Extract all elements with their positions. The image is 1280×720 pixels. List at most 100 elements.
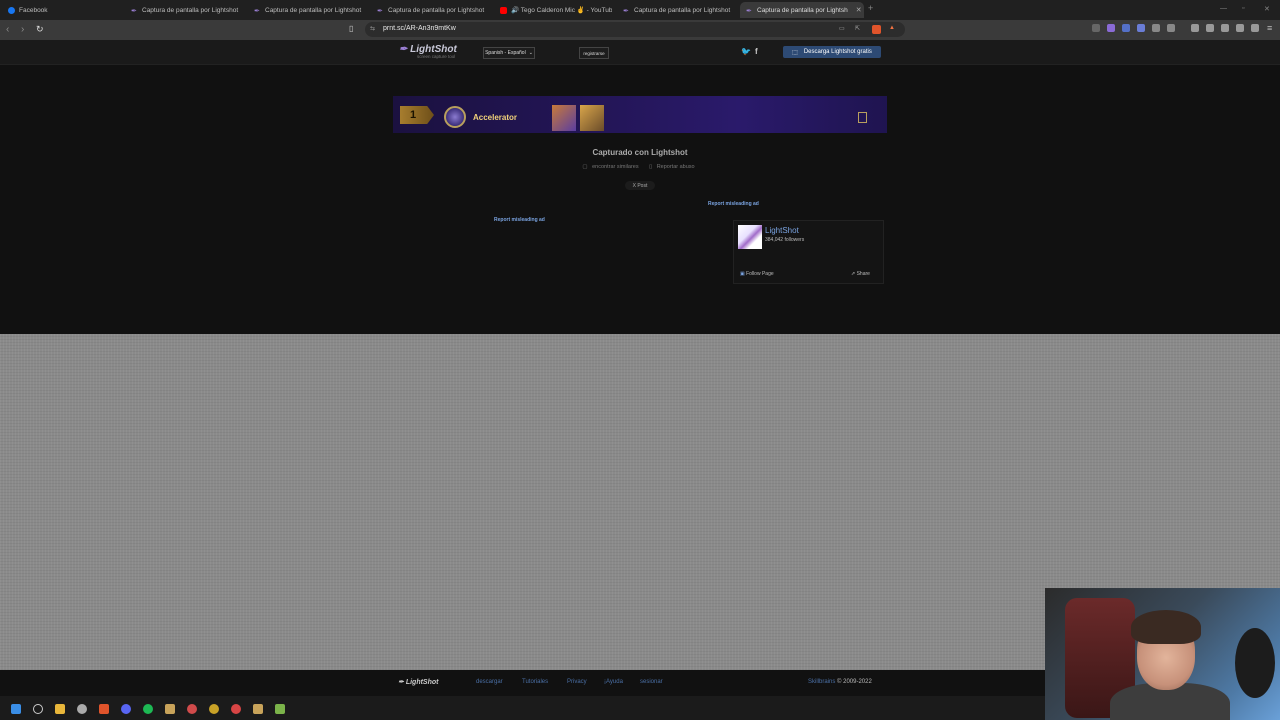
accelerator-emblem-icon: [444, 106, 466, 128]
report-misleading-ad-link[interactable]: Report misleading ad: [708, 201, 759, 207]
capture-actions: ▢ encontrar similares ▯ Reportar abuso: [560, 164, 720, 170]
discord-icon[interactable]: [121, 704, 131, 714]
extension-icon[interactable]: [1122, 24, 1130, 32]
share-button[interactable]: ⇗ Share: [851, 271, 870, 277]
minimize-icon[interactable]: —: [1220, 5, 1227, 12]
character-thumbnail: [552, 105, 576, 131]
x-post-button[interactable]: X Post: [625, 181, 655, 190]
lightshot-feather-icon: ✒: [399, 44, 408, 55]
capture-caption: Capturado con Lightshot: [592, 148, 688, 157]
app-icon[interactable]: [209, 704, 219, 714]
tab-lightshot-active[interactable]: ✒ Captura de pantalla por Lightsh ✕: [740, 2, 864, 18]
x-post-label: X Post: [632, 182, 648, 189]
language-select[interactable]: Spanish - Español ⌄: [483, 47, 535, 59]
brave-browser-icon[interactable]: [99, 704, 109, 714]
bookmark-icon[interactable]: ▯: [349, 24, 353, 33]
vpn-icon[interactable]: [1236, 24, 1244, 32]
search-icon[interactable]: [33, 704, 43, 714]
find-similar-link[interactable]: ▢ encontrar similares: [582, 164, 641, 170]
shield-icon[interactable]: [1251, 24, 1259, 32]
tab-lightshot-1[interactable]: ✒ Captura de pantalla por Lightshot: [131, 2, 243, 18]
facebook-icon: ▣: [740, 271, 745, 277]
report-misleading-ad-link[interactable]: Report misleading ad: [494, 217, 545, 223]
tab-lightshot-3[interactable]: ✒ Captura de pantalla por Lightshot: [377, 2, 489, 18]
tab-lightshot-2[interactable]: ✒ Captura de pantalla por Lightshot: [254, 2, 366, 18]
microphone: [1235, 628, 1275, 698]
tab-title: 🔊 Tego Calderon Mic ✌ - YouTube: [511, 7, 612, 14]
address-bar[interactable]: ⇆ prnt.sc/AR-An3n9mtKw ▭ ⇱ ▲: [365, 22, 905, 37]
site-info-icon[interactable]: ⇆: [370, 25, 375, 32]
tab-title: Captura de pantalla por Lightshot: [388, 6, 485, 14]
report-abuse-link[interactable]: ▯ Reportar abuso: [649, 164, 697, 170]
brave-rewards-icon[interactable]: ▲: [889, 25, 895, 31]
share-label: Share: [856, 271, 870, 277]
ad-banner[interactable]: 1 Accelerator: [393, 96, 887, 133]
page-avatar[interactable]: [738, 225, 762, 249]
extension-icon[interactable]: [1107, 24, 1115, 32]
extension-icon[interactable]: [1092, 24, 1100, 32]
app-icon[interactable]: [275, 704, 285, 714]
lightshot-feather-icon: ✒: [254, 7, 260, 15]
footer-link-login[interactable]: sesionar: [640, 679, 663, 685]
facebook-icon[interactable]: f: [755, 47, 758, 56]
windows-taskbar: [0, 696, 1045, 720]
lightshot-feather-icon: ✒: [623, 7, 629, 15]
close-tab-icon[interactable]: ✕: [856, 6, 862, 14]
close-window-icon[interactable]: ✕: [1264, 5, 1270, 13]
lightshot-feather-icon: ✒: [746, 7, 752, 15]
follow-page-button[interactable]: ▣ Follow Page: [740, 271, 774, 277]
settings-icon[interactable]: [77, 704, 87, 714]
menu-icon[interactable]: ≡: [1267, 23, 1272, 33]
lightshot-feather-icon: ✒: [131, 7, 137, 15]
new-tab-icon[interactable]: +: [868, 3, 873, 13]
forward-arrow-icon[interactable]: ›: [21, 24, 24, 35]
maximize-icon[interactable]: ▫: [1242, 5, 1244, 12]
facebook-page-widget: LightShot 384,042 followers ▣ Follow Pag…: [733, 220, 884, 284]
share-icon[interactable]: ⇱: [855, 25, 860, 32]
footer-logo[interactable]: ✒ LightShot: [398, 678, 438, 686]
copyright: Skillbrains © 2009-2022: [808, 679, 872, 685]
twitter-icon[interactable]: 🐦: [741, 47, 751, 56]
music-icon[interactable]: [1191, 24, 1199, 32]
webcam-overlay: [1045, 588, 1280, 720]
company-link[interactable]: Skillbrains: [808, 679, 835, 685]
download-icon: ⬚: [792, 49, 798, 56]
url-text[interactable]: prnt.sc/AR-An3n9mtKw: [383, 25, 456, 32]
share-icon: ⇗: [851, 271, 856, 277]
puzzle-icon[interactable]: [1152, 24, 1160, 32]
extension-icon[interactable]: [1167, 24, 1175, 32]
lightshot-logo[interactable]: ✒ LightShot screen capture tool: [399, 44, 457, 59]
sidebar-icon[interactable]: [1206, 24, 1214, 32]
footer-link-help[interactable]: ¡Ayuda: [604, 679, 623, 685]
footer-link-tutorials[interactable]: Tutoriales: [522, 679, 548, 685]
back-arrow-icon[interactable]: ‹: [6, 24, 9, 35]
chevron-down-icon: ⌄: [528, 50, 533, 56]
brave-shield-icon[interactable]: [872, 25, 881, 34]
file-explorer-icon[interactable]: [55, 704, 65, 714]
wallet-icon[interactable]: [1221, 24, 1229, 32]
register-button[interactable]: registrarse: [579, 47, 609, 59]
app-icon[interactable]: [187, 704, 197, 714]
tab-title: Facebook: [19, 6, 48, 14]
report-abuse-label: Reportar abuso: [656, 164, 695, 170]
rank-badge: 1: [400, 106, 434, 124]
app-icon[interactable]: [165, 704, 175, 714]
extension-icon[interactable]: [1137, 24, 1145, 32]
tab-youtube[interactable]: 🔊 Tego Calderon Mic ✌ - YouTube: [500, 2, 612, 18]
cast-icon[interactable]: ▭: [839, 25, 845, 32]
league-of-legends-icon[interactable]: [253, 704, 263, 714]
tab-lightshot-4[interactable]: ✒ Captura de pantalla por Lightshot: [623, 2, 735, 18]
fb-page-name[interactable]: LightShot: [765, 226, 799, 235]
reload-icon[interactable]: ↻: [36, 24, 44, 35]
windows-start-icon[interactable]: [11, 704, 21, 714]
download-button[interactable]: ⬚ Descarga Lightshot gratis: [783, 46, 881, 58]
spotify-icon[interactable]: [143, 704, 153, 714]
app-icon[interactable]: [231, 704, 241, 714]
youtube-icon: [500, 6, 507, 14]
ad-info-icon[interactable]: [858, 112, 867, 123]
tab-facebook[interactable]: Facebook: [8, 2, 118, 18]
facebook-icon: [8, 6, 15, 14]
character-thumbnail: [580, 105, 604, 131]
footer-link-download[interactable]: descargar: [476, 679, 503, 685]
footer-link-privacy[interactable]: Privacy: [567, 679, 587, 685]
